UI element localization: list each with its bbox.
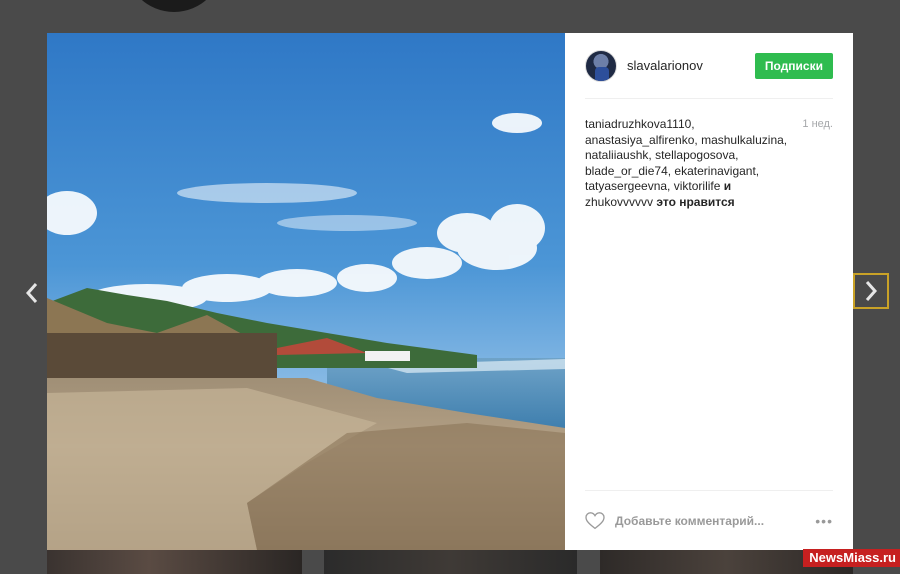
next-post-button[interactable]	[853, 273, 889, 309]
likes-list: taniadruzhkova1110, anastasiya_alfirenko…	[585, 99, 790, 210]
watermark: NewsMiass.ru	[803, 549, 900, 567]
liker-link[interactable]: zhukovvvvvv	[585, 195, 653, 209]
liker-link[interactable]: tatyasergeevna,	[585, 179, 670, 193]
liker-link[interactable]: taniadruzhkova1110,	[585, 117, 695, 131]
more-options-icon[interactable]: •••	[815, 513, 833, 529]
comment-bar: •••	[585, 490, 833, 550]
and-word: и	[723, 179, 732, 193]
liker-link[interactable]: stellapogosova,	[655, 148, 738, 162]
liker-link[interactable]: ekaterinavigant,	[674, 164, 759, 178]
username-link[interactable]: slavalarionov	[627, 58, 703, 73]
post-modal: slavalarionov Подписки 1 нед. taniadruzh…	[47, 33, 853, 550]
liker-link[interactable]: nataliiaushk,	[585, 148, 652, 162]
liker-link[interactable]: anastasiya_alfirenko,	[585, 133, 698, 147]
liker-link[interactable]: viktorilife	[674, 179, 721, 193]
comment-input[interactable]	[615, 513, 795, 528]
grid-thumbnail[interactable]	[324, 550, 577, 574]
follow-button[interactable]: Подписки	[754, 53, 833, 79]
avatar[interactable]	[585, 49, 617, 82]
chevron-right-icon	[865, 281, 878, 301]
previous-post-button[interactable]	[20, 279, 44, 307]
post-header: slavalarionov Подписки	[585, 33, 833, 99]
post-photo[interactable]	[47, 33, 565, 550]
post-sidebar: slavalarionov Подписки 1 нед. taniadruzh…	[565, 33, 853, 550]
liker-link[interactable]: blade_or_die74,	[585, 164, 671, 178]
likes-suffix: это нравится	[656, 194, 735, 209]
background-profile-avatar	[125, 0, 223, 12]
chevron-left-icon	[25, 283, 38, 303]
time-ago[interactable]: 1 нед.	[802, 118, 833, 130]
liker-link[interactable]: mashulkaluzina,	[701, 133, 787, 147]
heart-icon[interactable]	[585, 511, 605, 530]
grid-thumbnail[interactable]	[47, 550, 302, 574]
